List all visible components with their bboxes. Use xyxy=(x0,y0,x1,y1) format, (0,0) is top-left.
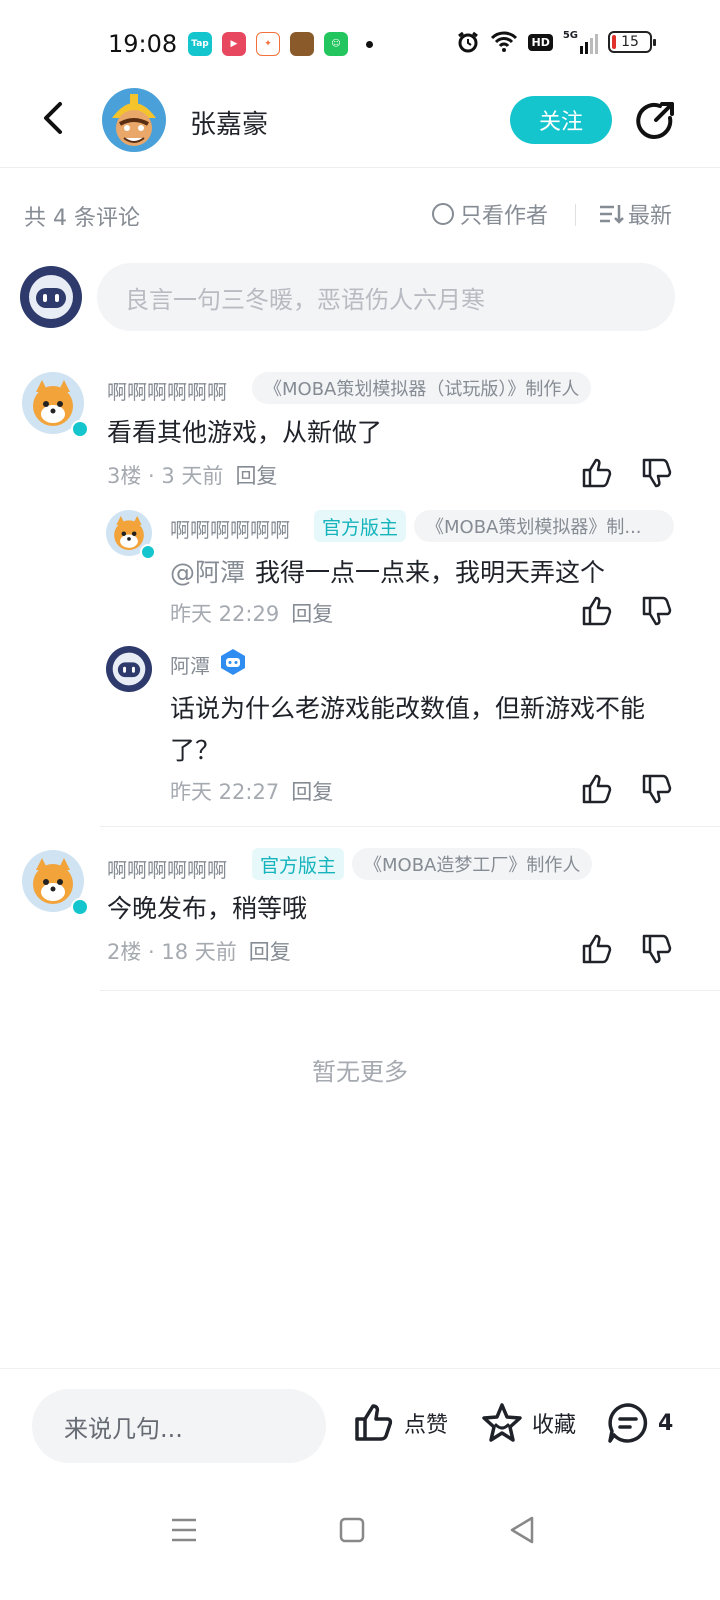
comment-floor-time: 2楼 · 18 天前 xyxy=(107,940,237,964)
status-time: 19:08 xyxy=(108,30,178,58)
bottom-action-bar: 来说几句... 点赞 收藏 4 xyxy=(0,1368,720,1486)
like-button[interactable]: 点赞 xyxy=(352,1401,448,1445)
thumbs-down-icon[interactable] xyxy=(640,932,674,966)
thumbs-up-icon[interactable] xyxy=(580,932,614,966)
video-app-icon: ▶ xyxy=(222,32,246,56)
follow-button[interactable]: 关注 xyxy=(510,96,612,144)
sort-button[interactable]: 最新 xyxy=(598,198,672,230)
comment-username[interactable]: 啊啊啊啊啊啊 xyxy=(107,854,227,883)
only-author-toggle[interactable]: 只看作者 xyxy=(432,198,548,230)
official-moderator-tag: 官方版主 xyxy=(252,848,345,880)
wifi-icon xyxy=(491,31,518,52)
status-bar: 19:08 Tap ▶ ✦ ☺ HD 5G 15 xyxy=(0,0,720,90)
comment-item: 啊啊啊啊啊啊 官方版主 《MOBA造梦工厂》制作人 今晚发布，稍等哦 2楼 · … xyxy=(0,848,720,988)
reply-button[interactable]: 回复 xyxy=(235,460,277,490)
verified-badge-icon xyxy=(71,898,89,916)
signal-indicator: 5G xyxy=(563,30,598,54)
comment-count-badge: 4 xyxy=(658,1410,674,1436)
hd-badge: HD xyxy=(528,33,553,51)
star-icon xyxy=(482,1403,522,1442)
comment-username[interactable]: 啊啊啊啊啊啊 xyxy=(107,376,227,405)
thumbs-up-icon[interactable] xyxy=(580,772,614,806)
back-arrow-icon[interactable] xyxy=(34,98,74,138)
no-more-label: 暂无更多 xyxy=(312,1058,408,1086)
thumbs-down-icon[interactable] xyxy=(640,456,674,490)
status-system-icons: HD 5G 15 xyxy=(456,30,656,54)
home-square-icon[interactable] xyxy=(332,1510,372,1550)
thumbs-up-icon[interactable] xyxy=(580,594,614,628)
share-icon[interactable] xyxy=(634,100,676,142)
comment-item: 啊啊啊啊啊啊 《MOBA策划模拟器（试玩版）》制作人 看看其他游戏，从新做了 3… xyxy=(0,370,720,830)
green-app-icon: ☺ xyxy=(324,32,348,56)
favorite-label: 收藏 xyxy=(532,1413,577,1438)
comment-count: 共 4 条评论 xyxy=(24,206,140,231)
verified-badge-icon xyxy=(71,420,89,438)
comment-text: 今晚发布，稍等哦 xyxy=(107,894,308,923)
comment-floor-time: 3楼 · 3 天前 xyxy=(107,464,224,488)
reply-meta: 昨天 22:29 回复 xyxy=(170,598,333,628)
comments-toolbar: 共 4 条评论 只看作者 最新 xyxy=(0,196,720,236)
comment-input[interactable]: 良言一句三冬暖，恶语伤人六月寒 xyxy=(97,263,675,331)
comment-bubble-icon xyxy=(608,1403,648,1443)
reply-text: @阿潭 我得一点一点来，我明天弄这个 xyxy=(170,552,605,594)
reply-username[interactable]: 阿潭 xyxy=(170,650,210,679)
comment-divider xyxy=(100,990,720,991)
reply-time: 昨天 22:27 xyxy=(170,780,280,804)
reply-body: 我得一点一点来，我明天弄这个 xyxy=(255,558,606,587)
game-center-app-icon: ✦ xyxy=(256,32,280,56)
taptap-app-icon: Tap xyxy=(188,32,212,56)
reply-button[interactable]: 回复 xyxy=(291,776,333,806)
sort-label: 最新 xyxy=(628,204,673,229)
reply-text: 话说为什么老游戏能改数值，但新游戏不能了？ xyxy=(170,694,646,765)
game-creator-tag[interactable]: 《MOBA策划模拟器（试玩版）》制作人 xyxy=(252,372,592,404)
game-creator-tag[interactable]: 《MOBA造梦工厂》制作人 xyxy=(352,848,593,880)
reply-button[interactable]: 回复 xyxy=(291,598,333,628)
network-5g-label: 5G xyxy=(562,30,578,41)
player-badge-icon xyxy=(221,649,245,675)
more-notifications-dot xyxy=(366,40,373,48)
thumbs-up-icon xyxy=(355,1404,393,1441)
system-nav-bar xyxy=(0,1490,720,1600)
reply-button[interactable]: 回复 xyxy=(249,936,291,966)
radio-circle-icon xyxy=(432,203,454,225)
alarm-icon xyxy=(458,31,479,53)
reply-time: 昨天 22:29 xyxy=(170,602,280,626)
sort-icon xyxy=(600,205,624,224)
user-avatar[interactable] xyxy=(106,646,152,692)
only-author-label: 只看作者 xyxy=(460,204,549,229)
comment-meta: 3楼 · 3 天前 回复 xyxy=(107,460,277,490)
comment-divider xyxy=(100,826,720,827)
like-label: 点赞 xyxy=(404,1413,449,1438)
reply-username[interactable]: 啊啊啊啊啊啊 xyxy=(170,514,290,543)
verified-badge-icon xyxy=(140,544,156,560)
back-triangle-icon[interactable] xyxy=(502,1510,542,1550)
quick-comment-input[interactable]: 来说几句... xyxy=(32,1389,326,1463)
reply-meta: 昨天 22:27 回复 xyxy=(170,776,333,806)
hero-game-app-icon xyxy=(290,32,314,56)
page-header: 张嘉豪 关注 xyxy=(0,88,720,168)
thumbs-down-icon[interactable] xyxy=(640,772,674,806)
mention-link[interactable]: @阿潭 xyxy=(170,558,245,587)
toolbar-divider xyxy=(575,204,576,226)
status-notification-icons: Tap ▶ ✦ ☺ xyxy=(188,32,373,56)
game-creator-tag[interactable]: 《MOBA策划模拟器》制... xyxy=(414,510,674,542)
author-name[interactable]: 张嘉豪 xyxy=(190,104,268,141)
official-moderator-tag: 官方版主 xyxy=(314,510,407,542)
battery-indicator: 15 xyxy=(608,31,656,53)
thumbs-up-icon[interactable] xyxy=(580,456,614,490)
favorite-button[interactable]: 收藏 xyxy=(480,1401,576,1445)
menu-icon[interactable] xyxy=(164,1510,204,1550)
comment-text: 看看其他游戏，从新做了 xyxy=(107,418,383,447)
comment-meta: 2楼 · 18 天前 回复 xyxy=(107,936,291,966)
thumbs-down-icon[interactable] xyxy=(640,594,674,628)
comments-button[interactable]: 4 xyxy=(606,1401,673,1445)
author-avatar[interactable] xyxy=(102,88,166,152)
my-avatar xyxy=(20,266,82,328)
